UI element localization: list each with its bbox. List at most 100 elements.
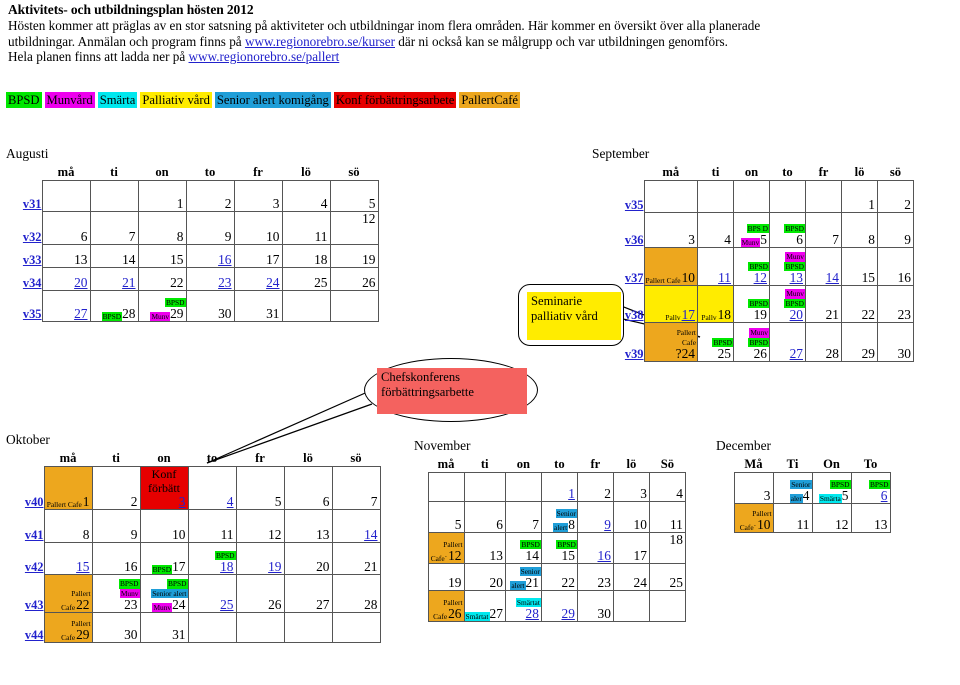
day-cell-5[interactable]: BPSD Smärta 5 bbox=[811, 472, 852, 504]
day-cell-18[interactable]: BPSD 18 bbox=[187, 542, 237, 575]
day-cell-12[interactable]: 12 bbox=[811, 503, 852, 533]
day-cell-6[interactable]: BPSD 6 bbox=[850, 472, 891, 504]
link-pallert[interactable]: www.regionorebro.se/pallert bbox=[189, 49, 340, 64]
day-cell-19[interactable]: 19 bbox=[329, 244, 379, 268]
week-label-v35[interactable]: v35 bbox=[592, 181, 644, 213]
day-cell-9[interactable]: 9 bbox=[576, 501, 614, 533]
day-cell-22[interactable]: 22 bbox=[137, 267, 187, 291]
week-label-v43[interactable]: v43 bbox=[6, 575, 44, 613]
week-label-v35[interactable]: v35 bbox=[6, 291, 42, 322]
day-cell-18[interactable]: 18 bbox=[648, 532, 686, 564]
day-number[interactable]: 27 bbox=[790, 347, 805, 361]
day-cell-11[interactable]: 11 bbox=[281, 211, 331, 245]
day-cell-20[interactable]: 20 bbox=[41, 267, 91, 291]
day-cell-20[interactable]: Munv BPSD 20 bbox=[768, 285, 806, 323]
day-cell-5[interactable]: BPS D Munv 5 bbox=[732, 212, 770, 248]
day-cell-12[interactable]: Pallert Cafe´ 12 bbox=[427, 532, 465, 564]
day-cell-2[interactable]: 2 bbox=[91, 466, 141, 510]
day-number[interactable]: 13 bbox=[790, 271, 805, 285]
week-label-v31[interactable]: v31 bbox=[6, 181, 42, 212]
day-cell-14[interactable]: 14 bbox=[331, 509, 381, 543]
day-cell-15[interactable]: 15 bbox=[43, 542, 93, 575]
day-cell-30[interactable]: 30 bbox=[91, 612, 141, 643]
day-number[interactable]: 3 bbox=[179, 495, 187, 509]
day-number[interactable]: 1 bbox=[568, 487, 576, 501]
day-cell-4[interactable]: 4 bbox=[648, 472, 686, 502]
day-cell-15[interactable]: BPSD 15 bbox=[540, 532, 578, 564]
day-cell-22[interactable]: Pallert Cafe 22 bbox=[43, 574, 93, 613]
week-label-v44[interactable]: v44 bbox=[6, 613, 44, 643]
day-cell-16[interactable]: 16 bbox=[576, 532, 614, 564]
day-cell-14[interactable]: 14 bbox=[89, 244, 139, 268]
day-number[interactable]: 28 bbox=[526, 607, 541, 621]
day-number[interactable]: 14 bbox=[364, 528, 379, 542]
day-cell-20[interactable]: 20 bbox=[463, 563, 506, 591]
day-cell-2[interactable]: 2 bbox=[185, 180, 235, 212]
day-cell-28[interactable]: Smärtat 28 bbox=[504, 590, 542, 622]
day-cell-16[interactable]: 16 bbox=[876, 247, 914, 286]
day-cell-11[interactable]: 11 bbox=[772, 503, 813, 533]
day-cell-2[interactable]: 2 bbox=[576, 472, 614, 502]
day-cell-4[interactable]: 4 bbox=[696, 212, 734, 248]
day-cell-26[interactable]: Pallert Cafe 26 bbox=[427, 590, 465, 622]
day-cell-27[interactable]: 27 bbox=[768, 322, 806, 362]
day-cell-10[interactable]: 10 bbox=[612, 501, 650, 533]
day-cell-10[interactable]: Pallert Cafe´ 10 bbox=[733, 503, 774, 533]
day-cell-29[interactable]: BPSD Munv 29 bbox=[137, 290, 187, 322]
day-cell-21[interactable]: 21 bbox=[804, 285, 842, 323]
day-cell-21[interactable]: 21 bbox=[331, 542, 381, 575]
day-cell-8[interactable]: 8 bbox=[43, 509, 93, 543]
day-cell-18[interactable]: 18 bbox=[281, 244, 331, 268]
day-cell-17[interactable]: BPSD 17 bbox=[139, 542, 189, 575]
day-cell-18[interactable]: Pallv 18 bbox=[696, 285, 734, 323]
week-label-v39[interactable]: v39 bbox=[592, 323, 644, 362]
day-cell-11[interactable]: 11 bbox=[187, 509, 237, 543]
day-cell-23[interactable]: BPSD Munv 23 bbox=[91, 574, 141, 613]
day-cell-27[interactable]: Smärtat 27 bbox=[463, 590, 506, 622]
day-cell-22[interactable]: 22 bbox=[840, 285, 878, 323]
day-cell-17[interactable]: 17 bbox=[612, 532, 650, 564]
day-number[interactable]: 4 bbox=[227, 495, 235, 509]
day-number[interactable]: 15 bbox=[76, 560, 91, 574]
day-cell-13[interactable]: 13 bbox=[283, 509, 333, 543]
day-number[interactable]: 9 bbox=[604, 518, 612, 532]
day-cell-25[interactable]: 25 bbox=[281, 267, 331, 291]
day-number[interactable]: 18 bbox=[220, 560, 235, 574]
day-cell-31[interactable]: 31 bbox=[233, 290, 283, 322]
day-number[interactable]: 12 bbox=[754, 271, 769, 285]
day-cell-8[interactable]: 8 bbox=[840, 212, 878, 248]
day-cell-9[interactable]: 9 bbox=[185, 211, 235, 245]
day-cell-11[interactable]: 11 bbox=[648, 501, 686, 533]
day-number[interactable]: 14 bbox=[826, 271, 841, 285]
link-kurser[interactable]: www.regionorebro.se/kurser bbox=[245, 34, 395, 49]
day-cell-5[interactable]: 5 bbox=[235, 466, 285, 510]
day-cell-7[interactable]: 7 bbox=[804, 212, 842, 248]
day-cell-6[interactable]: BPSD 6 bbox=[768, 212, 806, 248]
day-cell-2[interactable]: 2 bbox=[876, 180, 914, 213]
day-cell-11[interactable]: 11 bbox=[696, 247, 734, 286]
day-cell-17[interactable]: 17 bbox=[233, 244, 283, 268]
day-cell-?24[interactable]: Pallert Cafe ?24 bbox=[643, 322, 698, 362]
day-cell-26[interactable]: Munv BPSD 26 bbox=[732, 322, 770, 362]
day-cell-30[interactable]: 30 bbox=[876, 322, 914, 362]
day-cell-6[interactable]: 6 bbox=[463, 501, 506, 533]
day-cell-25[interactable]: BPSD 25 bbox=[696, 322, 734, 362]
day-cell-28[interactable]: BPSD 28 bbox=[89, 290, 139, 322]
day-cell-15[interactable]: 15 bbox=[137, 244, 187, 268]
day-number[interactable]: 27 bbox=[74, 307, 89, 321]
day-cell-3[interactable]: 3 bbox=[643, 212, 698, 248]
day-cell-8[interactable]: 8 bbox=[137, 211, 187, 245]
week-label-v33[interactable]: v33 bbox=[6, 245, 42, 268]
day-cell-3[interactable]: 3 bbox=[733, 472, 774, 504]
day-cell-28[interactable]: 28 bbox=[804, 322, 842, 362]
day-cell-5[interactable]: 5 bbox=[329, 180, 379, 212]
day-cell-1[interactable]: Pallert Cafe 1 bbox=[43, 466, 93, 510]
day-number[interactable]: 11 bbox=[718, 271, 732, 285]
day-cell-29[interactable]: Pallert Cafe 29 bbox=[43, 612, 93, 643]
day-cell-1[interactable]: 1 bbox=[540, 472, 578, 502]
day-cell-21[interactable]: 21 bbox=[89, 267, 139, 291]
day-cell-6[interactable]: 6 bbox=[41, 211, 91, 245]
day-cell-29[interactable]: 29 bbox=[840, 322, 878, 362]
day-number[interactable]: 20 bbox=[790, 308, 805, 322]
day-cell-8[interactable]: Senior alert 8 bbox=[540, 501, 578, 533]
